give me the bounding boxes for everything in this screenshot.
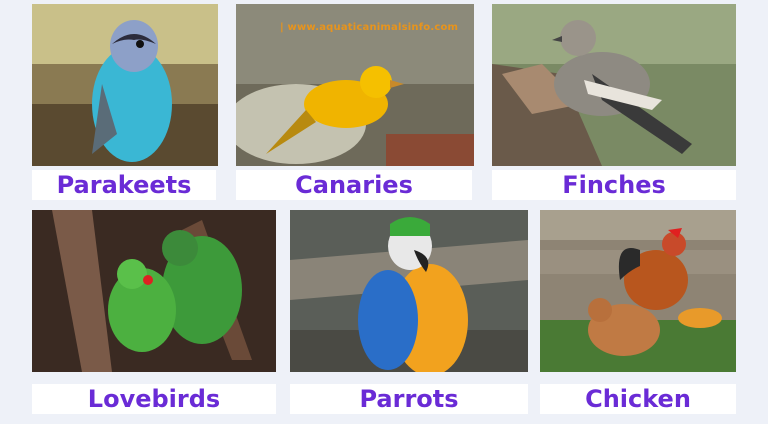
- tile-label-canaries: Canaries: [295, 171, 413, 199]
- label-bar-lovebirds: Lovebirds: [32, 384, 276, 414]
- tile-label-parrots: Parrots: [359, 385, 459, 413]
- finch-photo: [492, 4, 736, 166]
- chicken-photo: [540, 210, 736, 372]
- tile-label-finches: Finches: [562, 171, 666, 199]
- macaw-photo: [290, 210, 528, 372]
- tile-label-chicken: Chicken: [585, 385, 691, 413]
- tile-label-parakeets: Parakeets: [56, 171, 192, 199]
- tile-label-lovebirds: Lovebirds: [87, 385, 221, 413]
- label-bar-parakeets: Parakeets: [32, 170, 216, 200]
- lovebirds-photo: [32, 210, 276, 372]
- label-bar-finches: Finches: [492, 170, 736, 200]
- label-bar-chicken: Chicken: [540, 384, 736, 414]
- label-bar-parrots: Parrots: [290, 384, 528, 414]
- parakeet-photo: [32, 4, 218, 166]
- watermark-text: | www.aquaticanimalsinfo.com: [280, 22, 459, 33]
- label-bar-canaries: Canaries: [236, 170, 472, 200]
